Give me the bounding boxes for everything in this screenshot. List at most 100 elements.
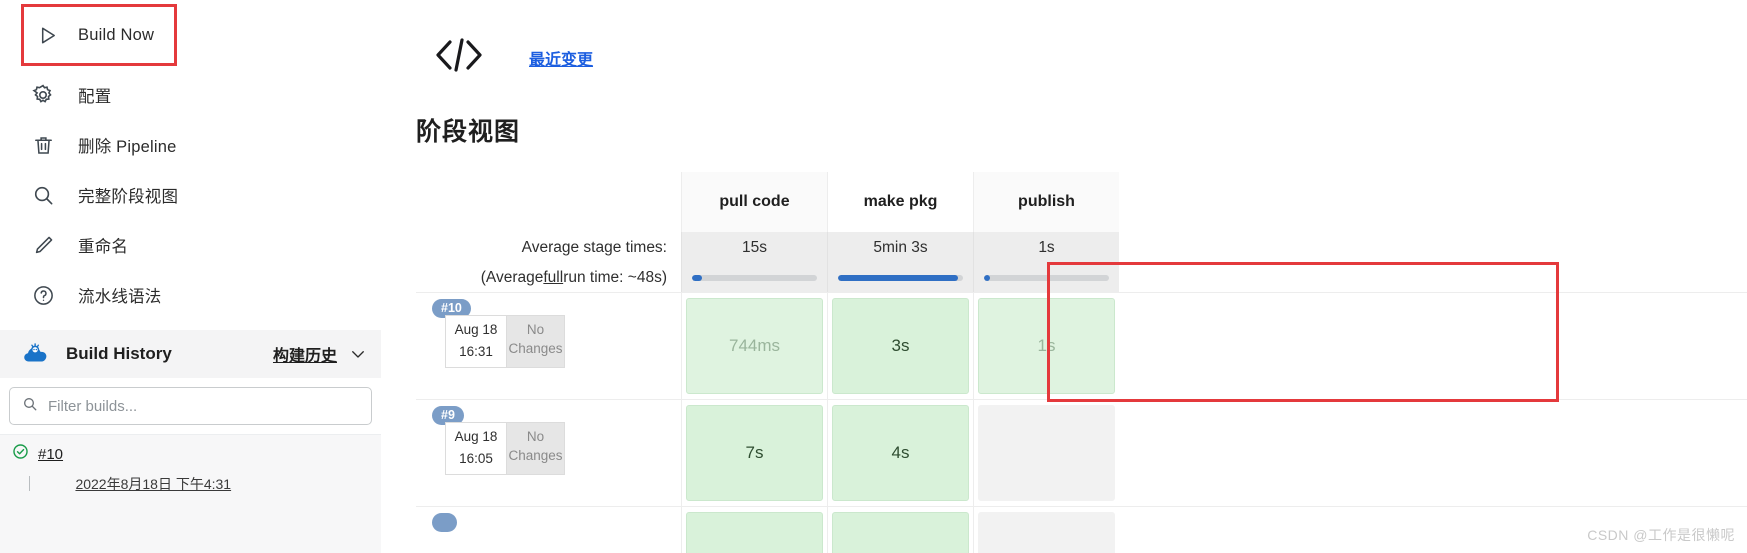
build-changes-box[interactable]: No Changes bbox=[507, 422, 565, 475]
progress-fill bbox=[692, 274, 702, 281]
stage-progress-make-pkg bbox=[827, 263, 973, 292]
build-filter-row: Filter builds... bbox=[0, 378, 381, 434]
table-row: #9 Aug 18 16:05 No Changes 7s 4s bbox=[416, 399, 1747, 506]
table-row: #10 Aug 18 16:31 No Changes 744ms 3s 1s bbox=[416, 292, 1747, 399]
stage-cell-pull-code[interactable]: 744ms bbox=[686, 298, 823, 394]
stage-progress-pull-code bbox=[681, 263, 827, 292]
sidebar-item-label: 删除 Pipeline bbox=[78, 138, 177, 156]
stage-cell-wrap bbox=[681, 507, 827, 553]
progress-track bbox=[692, 274, 817, 281]
average-stage-times-row: Average stage times: 15s 5min 3s 1s bbox=[416, 232, 1747, 263]
progress-track bbox=[984, 274, 1109, 281]
build-date-box[interactable]: Aug 18 16:05 bbox=[445, 422, 507, 475]
search-icon bbox=[22, 396, 38, 417]
stage-header-publish[interactable]: publish bbox=[973, 172, 1119, 232]
build-history-title-cn[interactable]: 构建历史 bbox=[273, 342, 337, 366]
full-run-time-label: (Average full run time: ~48s) bbox=[416, 263, 681, 292]
build-history-title: Build History bbox=[66, 344, 172, 363]
build-card: Aug 18 16:05 No Changes bbox=[445, 422, 565, 475]
build-date-box[interactable]: Aug 18 16:31 bbox=[445, 315, 507, 368]
stage-cell-make-pkg[interactable]: 4s bbox=[832, 405, 969, 501]
stage-header-row: pull code make pkg publish bbox=[416, 172, 1747, 232]
gear-icon bbox=[30, 82, 56, 108]
recent-changes-row: 最近变更 bbox=[433, 32, 593, 83]
stage-cell-wrap bbox=[973, 400, 1119, 506]
sidebar-menu: Build Now 配置 删除 Pipeline 完整阶段视图 重命名 流水线语… bbox=[0, 0, 381, 320]
stage-cell-wrap: 3s bbox=[827, 293, 973, 399]
stage-cell-wrap bbox=[827, 507, 973, 553]
stage-cell-publish[interactable]: 1s bbox=[978, 298, 1115, 394]
main-content: 最近变更 阶段视图 pull code make pkg publish Ave… bbox=[381, 0, 1747, 553]
build-meta-10: #10 Aug 18 16:31 No Changes bbox=[416, 293, 681, 399]
average-time-publish: 1s bbox=[973, 232, 1119, 263]
stage-cell-pull-code[interactable]: 7s bbox=[686, 405, 823, 501]
pencil-icon bbox=[30, 232, 56, 258]
help-icon bbox=[30, 282, 56, 308]
build-entry-top: #10 bbox=[12, 442, 381, 466]
stage-cell-wrap: 4s bbox=[827, 400, 973, 506]
stage-cell-wrap: 744ms bbox=[681, 293, 827, 399]
sidebar-item-pipeline-syntax[interactable]: 流水线语法 bbox=[0, 270, 381, 320]
code-brackets-icon bbox=[433, 32, 485, 83]
build-changes-box[interactable]: No Changes bbox=[507, 315, 565, 368]
stage-cell-wrap: 1s bbox=[973, 293, 1119, 399]
timeline-bar bbox=[29, 476, 30, 491]
sidebar-item-label: Build Now bbox=[78, 25, 155, 44]
page-root: Build Now 配置 删除 Pipeline 完整阶段视图 重命名 流水线语… bbox=[0, 0, 1747, 553]
stage-cell-make-pkg[interactable] bbox=[832, 512, 969, 553]
stage-cell-wrap bbox=[973, 507, 1119, 553]
status-success-icon bbox=[12, 443, 29, 465]
changes-line-2: Changes bbox=[508, 448, 563, 463]
table-row-partial bbox=[416, 506, 1747, 553]
build-number-link[interactable]: #10 bbox=[38, 446, 63, 463]
stage-header-make-pkg[interactable]: make pkg bbox=[827, 172, 973, 232]
build-card: Aug 18 16:31 No Changes bbox=[445, 315, 565, 368]
build-meta-partial bbox=[416, 507, 681, 553]
stage-cell-make-pkg[interactable]: 3s bbox=[832, 298, 969, 394]
sidebar-item-delete-pipeline[interactable]: 删除 Pipeline bbox=[0, 120, 381, 170]
page-title: 阶段视图 bbox=[416, 118, 521, 146]
build-date-link[interactable]: 2022年8月18日 下午4:31 bbox=[75, 474, 231, 494]
sidebar-item-build-now[interactable]: Build Now bbox=[21, 4, 177, 66]
build-number-badge[interactable] bbox=[432, 513, 457, 532]
stage-cell-wrap: 7s bbox=[681, 400, 827, 506]
filter-builds-input[interactable]: Filter builds... bbox=[9, 387, 372, 425]
changes-line-1: No bbox=[526, 322, 545, 337]
build-history-list: #10 2022年8月18日 下午4:31 bbox=[0, 434, 381, 553]
stage-header-pull-code[interactable]: pull code bbox=[681, 172, 827, 232]
chevron-down-icon[interactable] bbox=[349, 345, 367, 363]
filter-placeholder: Filter builds... bbox=[48, 397, 138, 415]
sidebar-item-full-stage-view[interactable]: 完整阶段视图 bbox=[0, 170, 381, 220]
sidebar-item-configure[interactable]: 配置 bbox=[0, 70, 381, 120]
average-time-pull-code: 15s bbox=[681, 232, 827, 263]
build-meta-9: #9 Aug 18 16:05 No Changes bbox=[416, 400, 681, 506]
recent-changes-link[interactable]: 最近变更 bbox=[529, 46, 593, 70]
build-time: 16:05 bbox=[459, 451, 493, 466]
sidebar: Build Now 配置 删除 Pipeline 完整阶段视图 重命名 流水线语… bbox=[0, 0, 381, 553]
build-time: 16:31 bbox=[459, 344, 493, 359]
sidebar-item-label: 完整阶段视图 bbox=[78, 188, 179, 206]
search-icon bbox=[30, 182, 56, 208]
build-date: Aug 18 bbox=[454, 322, 498, 337]
changes-line-1: No bbox=[526, 429, 545, 444]
progress-fill bbox=[984, 274, 991, 281]
full-run-prefix: (Average bbox=[480, 268, 544, 286]
full-run-time-row: (Average full run time: ~48s) bbox=[416, 263, 1747, 292]
trash-icon bbox=[30, 132, 56, 158]
full-run-suffix: run time: ~48s) bbox=[563, 268, 667, 286]
jenkins-cloud-icon bbox=[22, 339, 52, 369]
build-date: Aug 18 bbox=[454, 429, 498, 444]
stage-header-spacer bbox=[416, 172, 681, 232]
play-icon bbox=[34, 22, 60, 48]
sidebar-item-label: 重命名 bbox=[78, 238, 129, 256]
sidebar-item-label: 配置 bbox=[78, 88, 112, 106]
full-run-underlined: full bbox=[543, 268, 564, 286]
build-history-header[interactable]: Build History 构建历史 bbox=[0, 330, 381, 378]
stage-progress-publish bbox=[973, 263, 1119, 292]
average-time-make-pkg: 5min 3s bbox=[827, 232, 973, 263]
changes-line-2: Changes bbox=[508, 341, 563, 356]
stage-view-table: pull code make pkg publish Average stage… bbox=[416, 172, 1747, 553]
list-item[interactable]: #10 2022年8月18日 下午4:31 bbox=[0, 442, 381, 494]
sidebar-item-rename[interactable]: 重命名 bbox=[0, 220, 381, 270]
stage-cell-pull-code[interactable] bbox=[686, 512, 823, 553]
